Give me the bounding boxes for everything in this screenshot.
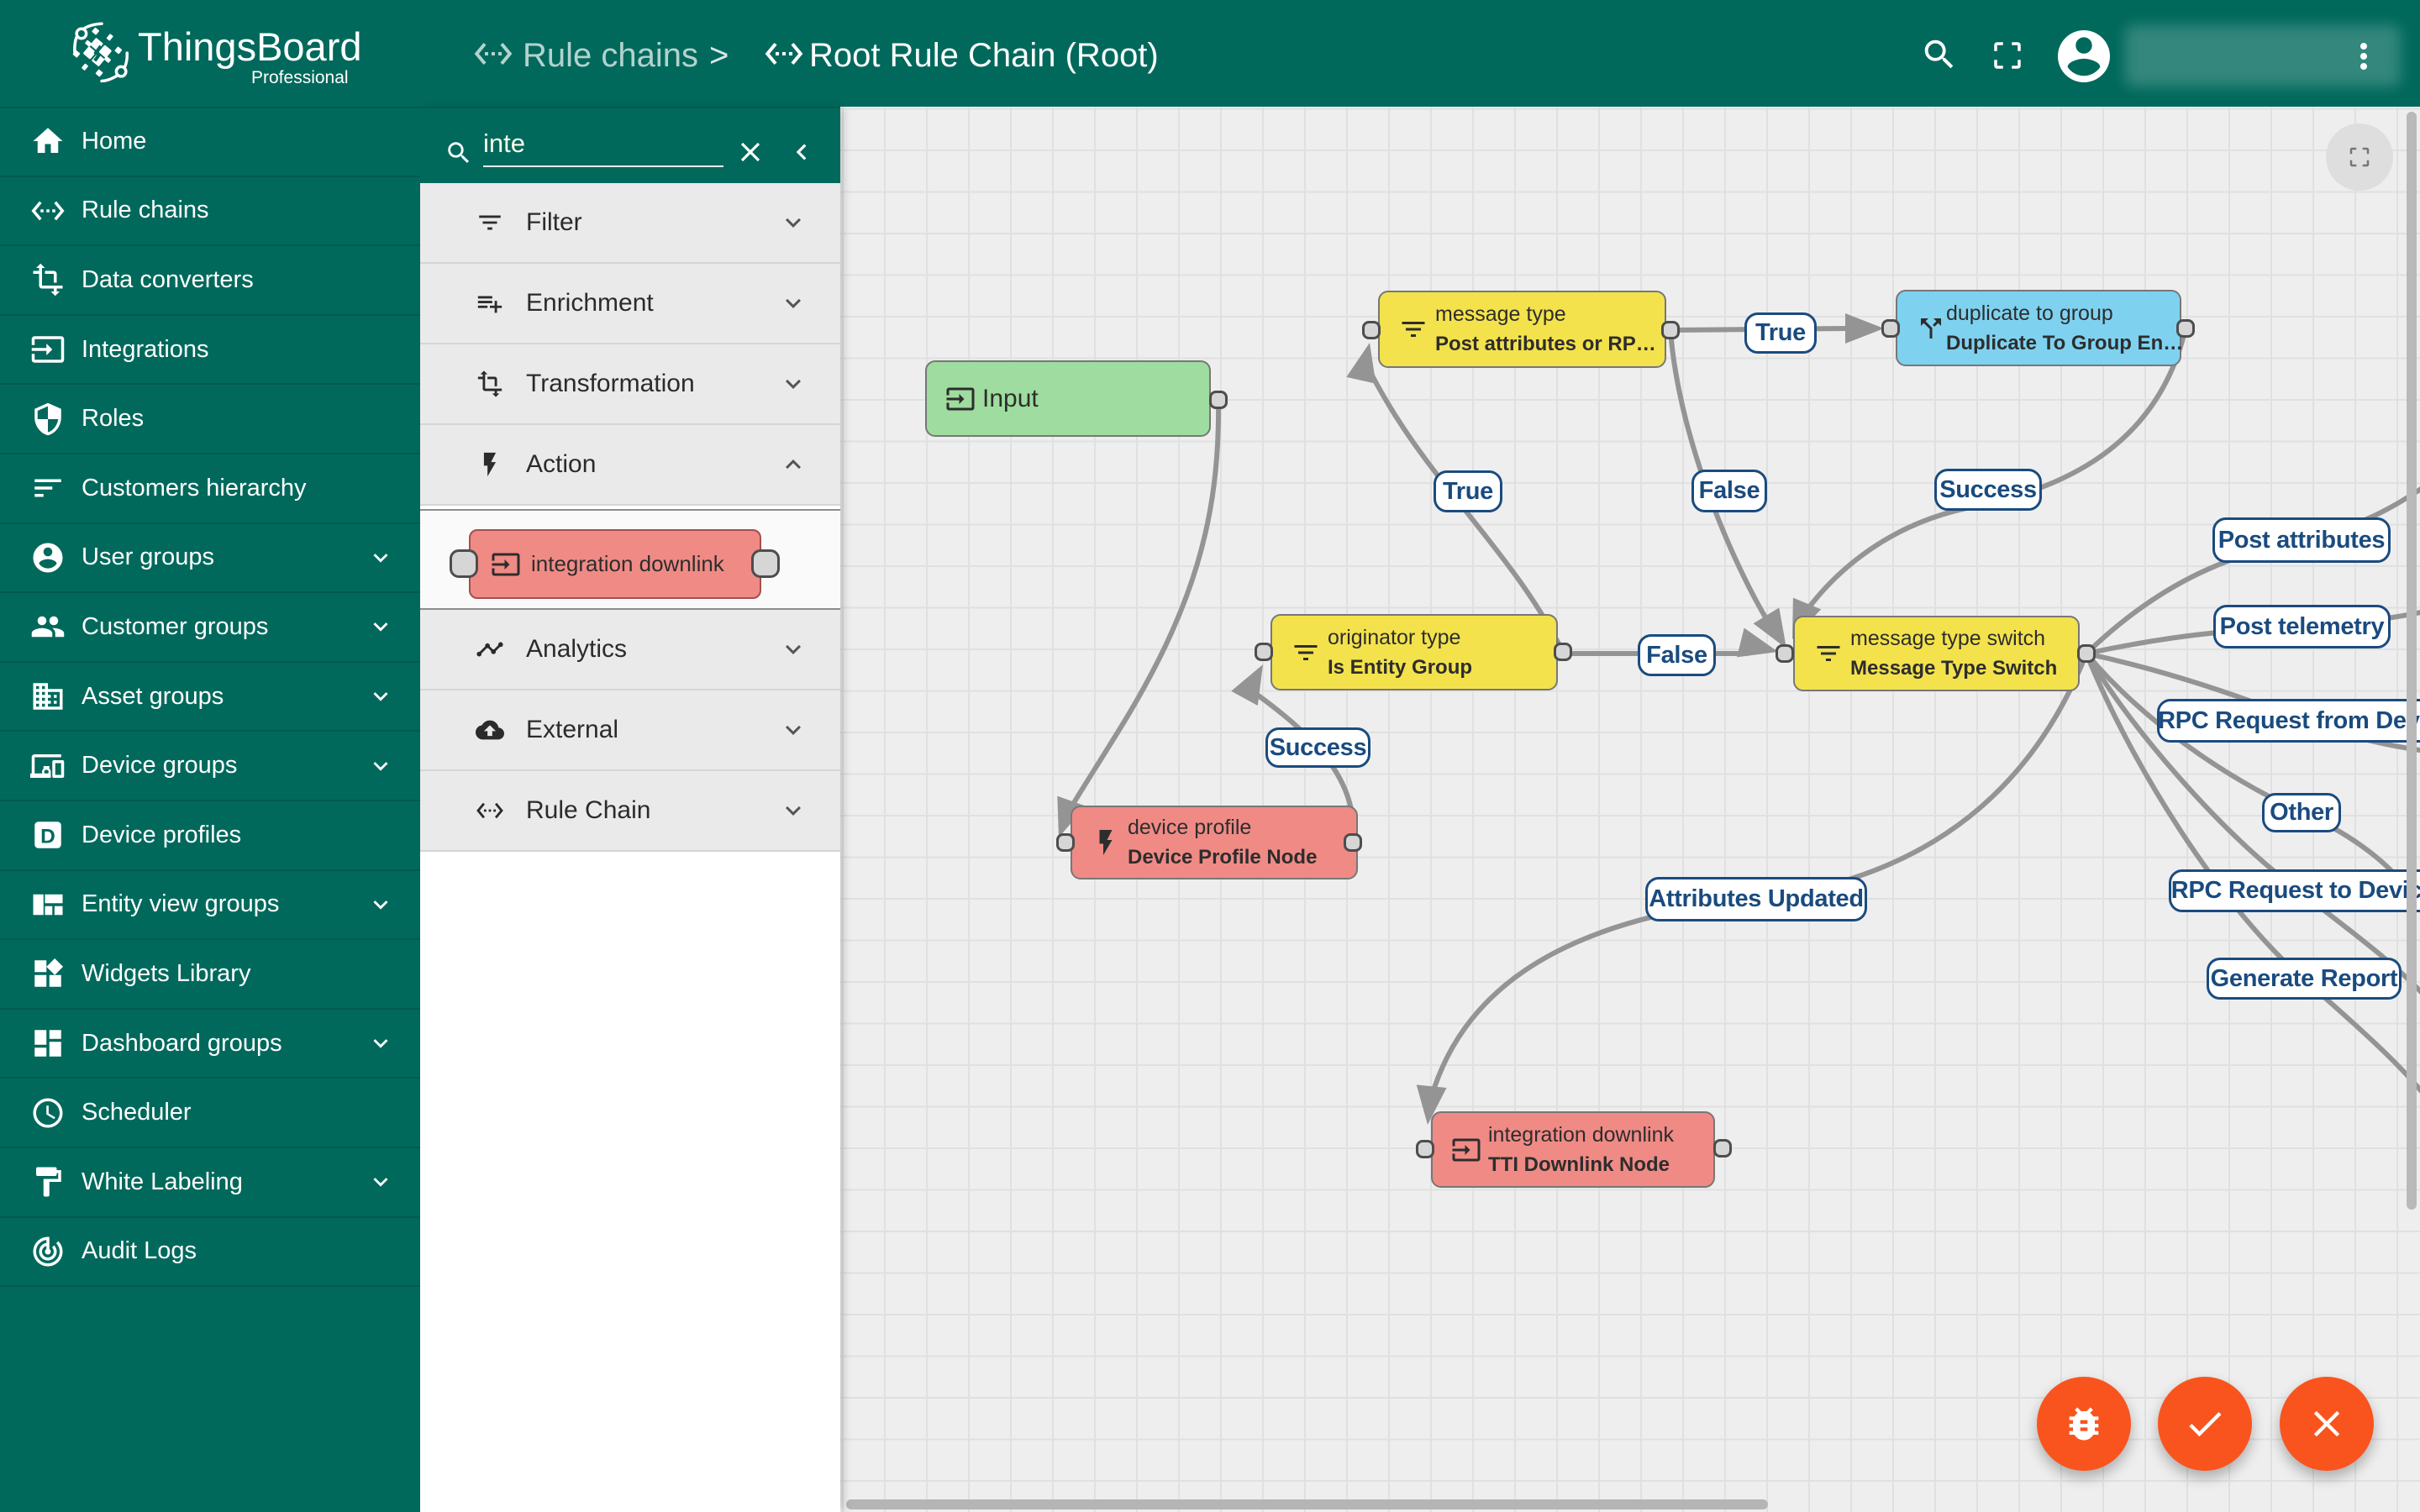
svg-text:D: D <box>40 826 55 848</box>
